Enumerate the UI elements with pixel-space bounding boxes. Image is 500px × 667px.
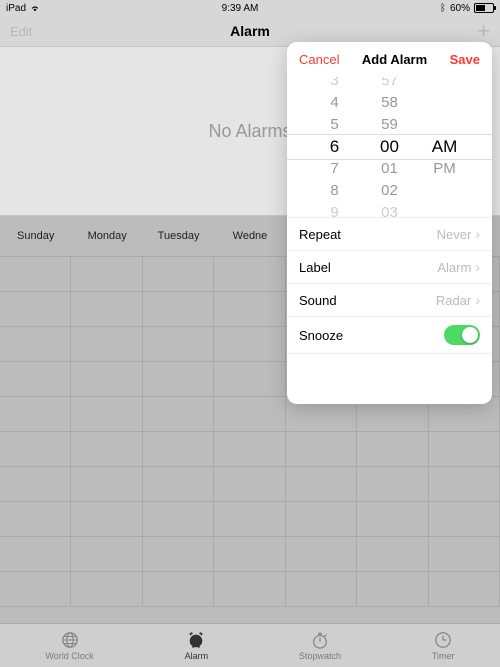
day-header: Sunday bbox=[0, 230, 71, 242]
alarm-icon bbox=[187, 631, 205, 649]
add-alarm-popover: Cancel Add Alarm Save 3 4 5 6 7 8 9 57 5… bbox=[287, 42, 492, 404]
setting-value: Never bbox=[437, 227, 472, 242]
grid-row bbox=[0, 572, 500, 607]
bluetooth-icon: ᛒ bbox=[440, 3, 446, 14]
tab-label: Timer bbox=[432, 651, 455, 661]
time-picker[interactable]: 3 4 5 6 7 8 9 57 58 59 00 01 02 03 bbox=[287, 77, 492, 217]
day-header: Wedne bbox=[214, 230, 285, 242]
chevron-right-icon: › bbox=[475, 226, 480, 242]
alarm-settings: Repeat Never› Label Alarm› Sound Radar› … bbox=[287, 217, 492, 354]
setting-label: Snooze bbox=[299, 328, 343, 343]
grid-row bbox=[0, 502, 500, 537]
cancel-button[interactable]: Cancel bbox=[299, 52, 339, 67]
page-title: Alarm bbox=[230, 23, 270, 39]
chevron-right-icon: › bbox=[475, 292, 480, 308]
setting-label: Repeat bbox=[299, 227, 341, 242]
setting-label: Sound bbox=[299, 293, 337, 308]
tab-label: World Clock bbox=[45, 651, 93, 661]
tab-stopwatch[interactable]: Stopwatch bbox=[299, 631, 341, 661]
ampm-picker[interactable]: AM PM bbox=[417, 77, 472, 217]
label-row[interactable]: Label Alarm › bbox=[287, 251, 492, 284]
hour-picker[interactable]: 3 4 5 6 7 8 9 bbox=[307, 77, 362, 217]
battery-percent: 60% bbox=[450, 3, 470, 14]
device-label: iPad bbox=[6, 3, 26, 14]
setting-value: Alarm bbox=[437, 260, 471, 275]
setting-label: Label bbox=[299, 260, 331, 275]
status-time: 9:39 AM bbox=[222, 3, 259, 14]
snooze-row: Snooze bbox=[287, 317, 492, 354]
stopwatch-icon bbox=[311, 631, 329, 649]
popover-title: Add Alarm bbox=[362, 52, 427, 67]
grid-row bbox=[0, 467, 500, 502]
empty-text: No Alarms bbox=[208, 121, 291, 142]
chevron-right-icon: › bbox=[475, 259, 480, 275]
day-header: Tuesday bbox=[143, 230, 214, 242]
edit-button[interactable]: Edit bbox=[10, 24, 32, 39]
tab-label: Stopwatch bbox=[299, 651, 341, 661]
globe-icon bbox=[61, 631, 79, 649]
tab-worldclock[interactable]: World Clock bbox=[45, 631, 93, 661]
battery-icon bbox=[474, 3, 494, 13]
tab-timer[interactable]: Timer bbox=[432, 631, 455, 661]
grid-row bbox=[0, 432, 500, 467]
day-header: Monday bbox=[71, 230, 142, 242]
status-bar: iPad 9:39 AM ᛒ 60% bbox=[0, 0, 500, 16]
tab-alarm[interactable]: Alarm bbox=[185, 631, 209, 661]
wifi-icon bbox=[30, 4, 40, 12]
setting-value: Radar bbox=[436, 293, 471, 308]
tab-label: Alarm bbox=[185, 651, 209, 661]
timer-icon bbox=[434, 631, 452, 649]
snooze-toggle[interactable] bbox=[444, 325, 480, 345]
repeat-row[interactable]: Repeat Never› bbox=[287, 218, 492, 251]
tab-bar: World Clock Alarm Stopwatch Timer bbox=[0, 623, 500, 667]
save-button[interactable]: Save bbox=[450, 52, 480, 67]
add-button[interactable]: + bbox=[477, 20, 490, 42]
minute-picker[interactable]: 57 58 59 00 01 02 03 bbox=[362, 77, 417, 217]
grid-row bbox=[0, 537, 500, 572]
sound-row[interactable]: Sound Radar › bbox=[287, 284, 492, 317]
